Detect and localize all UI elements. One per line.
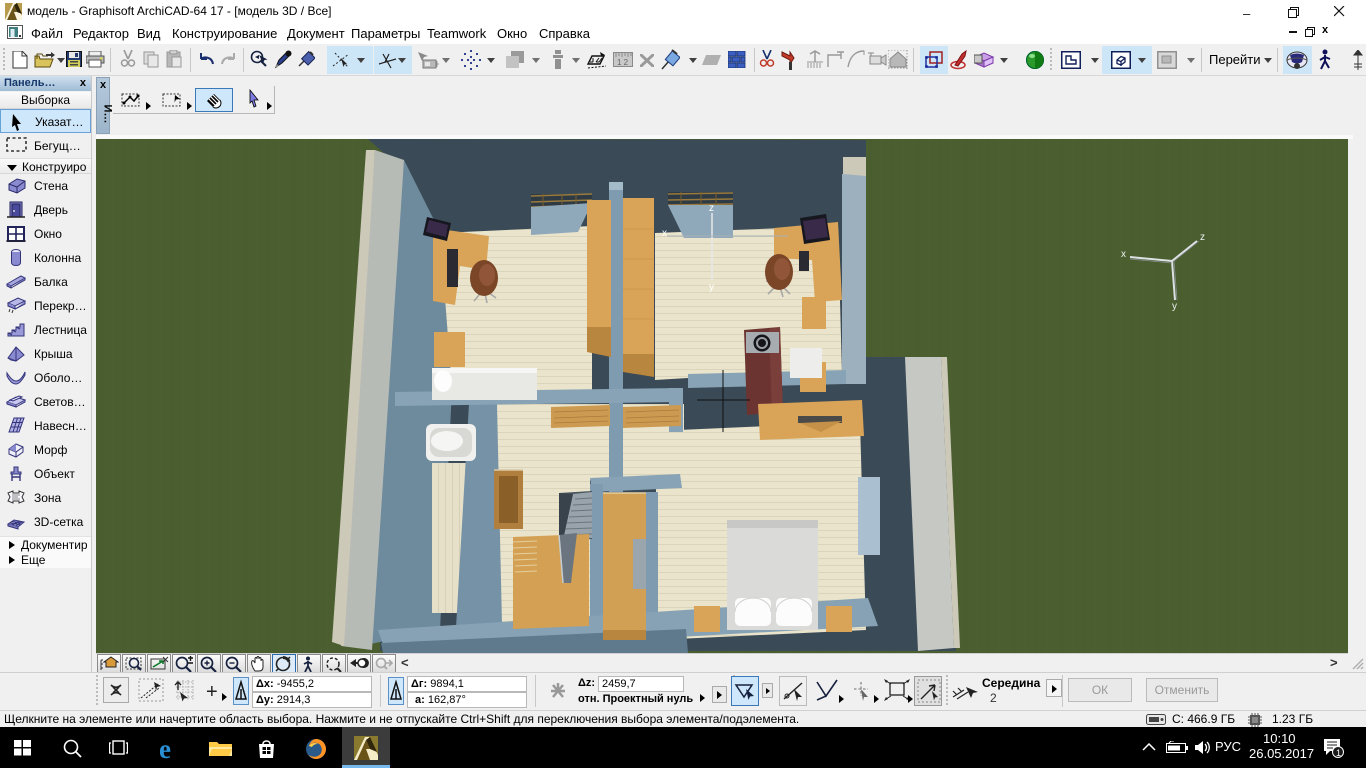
svg-text:1 2: 1 2 xyxy=(617,58,629,67)
svg-text:z: z xyxy=(709,203,714,214)
svg-text:1: 1 xyxy=(1336,748,1341,758)
svg-text:y: y xyxy=(709,282,714,293)
svg-text:x: x xyxy=(662,228,667,239)
svg-text:x: x xyxy=(1121,249,1126,260)
svg-text:y: y xyxy=(1172,301,1177,312)
svg-text:z: z xyxy=(1200,232,1205,243)
